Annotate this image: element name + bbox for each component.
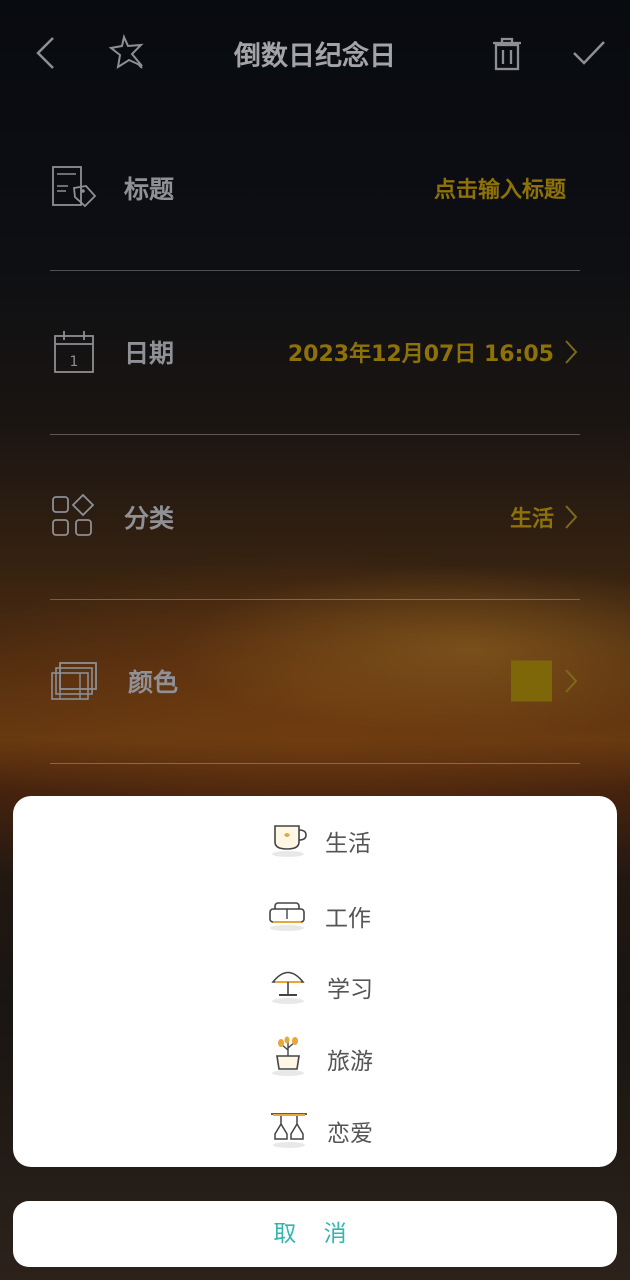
trash-icon[interactable] [484,30,530,76]
category-option-label: 工作 [325,906,371,932]
sofa-icon [267,893,307,933]
category-grid-icon [50,493,98,541]
category-label: 分类 [124,504,175,533]
checkmark-icon[interactable] [566,30,612,76]
title-label: 标题 [124,175,175,204]
category-option-travel[interactable]: 旅游 [13,1028,617,1084]
category-option-label: 恋爱 [327,1121,373,1147]
subject-tag-icon [50,164,98,212]
category-option-study[interactable]: 学习 [13,956,617,1012]
wine-glasses-icon [269,1108,309,1148]
page-title: 倒数日纪念日 [234,41,396,72]
cancel-button[interactable]: 取 消 [13,1201,617,1267]
category-option-label: 学习 [327,977,373,1003]
teacup-icon [269,818,309,858]
title-input[interactable]: 点击输入标题 [434,172,566,204]
category-row[interactable]: 分类 生活 [50,435,580,600]
category-option-love[interactable]: 恋爱 [13,1100,617,1156]
category-option-label: 旅游 [327,1049,373,1075]
chevron-right-icon [564,339,578,365]
chevron-right-icon [564,668,578,694]
date-row[interactable]: 1 日期 2023年12月07日 16:05 [50,270,580,435]
calendar-icon: 1 [50,328,98,376]
top-bar: 倒数日纪念日 [0,0,630,106]
color-swatch[interactable] [511,660,552,702]
svg-text:1: 1 [70,354,79,370]
plant-icon [269,1036,309,1076]
color-cards-icon [50,657,98,705]
color-row[interactable]: 颜色 [50,599,580,764]
category-option-label: 生活 [325,831,371,857]
chevron-right-icon [564,504,578,530]
title-row[interactable]: 标题 点击输入标题 [50,106,580,271]
category-value[interactable]: 生活 [510,501,554,533]
date-label: 日期 [124,339,175,368]
date-value[interactable]: 2023年12月07日 16:05 [288,336,554,368]
color-label: 颜色 [128,668,179,697]
desk-lamp-icon [269,964,309,1004]
category-option-work[interactable]: 工作 [13,885,617,941]
category-picker-sheet: 生活 工作 学习 旅游 恋爱 [13,796,617,1167]
category-option-life[interactable]: 生活 [13,810,617,866]
